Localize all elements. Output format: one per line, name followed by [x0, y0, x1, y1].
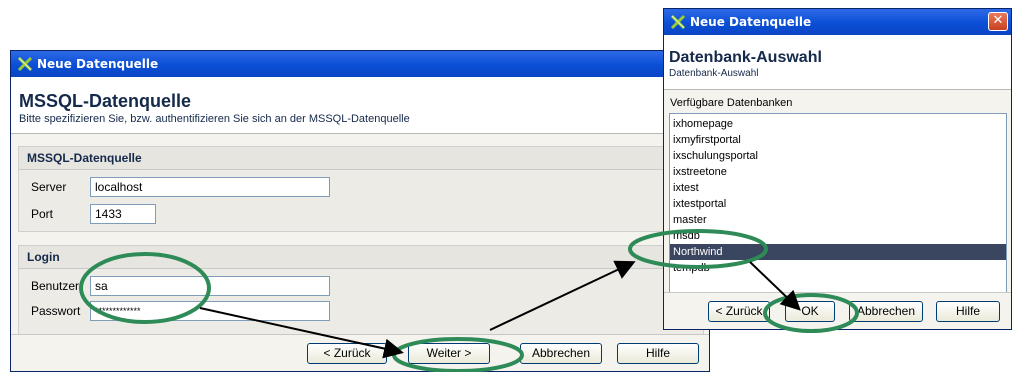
- db-dialog-title: Neue Datenquelle: [690, 15, 812, 29]
- main-dialog: Neue Datenquelle MSSQL-Datenquelle Bitte…: [10, 50, 710, 372]
- available-db-label: Verfügbare Datenbanken: [670, 97, 793, 109]
- port-label: Port: [31, 207, 54, 221]
- port-field[interactable]: 1433: [90, 204, 156, 224]
- help-button[interactable]: Hilfe: [617, 343, 699, 364]
- password-field[interactable]: *************: [90, 301, 330, 321]
- password-label: Passwort: [31, 304, 81, 318]
- page-title: MSSQL-Datenquelle: [19, 91, 192, 111]
- database-list-items: ixhomepage ixmyfirstportal ixschulungsport…: [670, 114, 1006, 276]
- db-dialog-header: Datenbank-Auswahl Datenbank-Auswahl: [664, 35, 1011, 90]
- next-button[interactable]: Weiter >: [408, 343, 490, 364]
- x-logo-icon: [17, 56, 33, 72]
- database-list-item[interactable]: ixhomepage: [670, 116, 1006, 132]
- user-label: Benutzer: [31, 279, 80, 293]
- connection-group: MSSQL-Datenquelle Server localhost Port …: [18, 146, 704, 232]
- db-cancel-button[interactable]: Abbrechen: [849, 301, 923, 322]
- server-field[interactable]: localhost: [90, 177, 330, 197]
- database-list-item[interactable]: ixtest: [670, 180, 1006, 196]
- user-field[interactable]: sa: [90, 276, 330, 296]
- login-group: Login Benutzer sa Passwort *************: [18, 245, 704, 335]
- ok-button[interactable]: OK: [785, 301, 835, 322]
- cancel-button[interactable]: Abbrechen: [520, 343, 602, 364]
- main-dialog-titlebar[interactable]: Neue Datenquelle: [11, 51, 709, 77]
- database-list-item[interactable]: Northwind: [670, 244, 1006, 260]
- database-list-item[interactable]: msdb: [670, 228, 1006, 244]
- database-list[interactable]: ixhomepage ixmyfirstportal ixschulungsport…: [669, 113, 1007, 293]
- login-group-title: Login: [19, 246, 703, 269]
- close-icon[interactable]: ✕: [988, 12, 1008, 31]
- page-subtitle: Bitte spezifizieren Sie, bzw. authentifi…: [19, 113, 410, 125]
- db-button-bar: < Zurück OK Abbrechen Hilfe: [664, 292, 1011, 329]
- db-back-button[interactable]: < Zurück: [708, 301, 770, 322]
- connection-group-title: MSSQL-Datenquelle: [19, 147, 703, 170]
- main-dialog-header: MSSQL-Datenquelle Bitte spezifizieren Si…: [11, 77, 709, 134]
- db-page-title: Datenbank-Auswahl: [669, 49, 822, 66]
- database-list-item[interactable]: master: [670, 212, 1006, 228]
- server-label: Server: [31, 180, 67, 194]
- main-dialog-title: Neue Datenquelle: [37, 57, 159, 71]
- back-button[interactable]: < Zurück: [307, 343, 387, 364]
- database-list-item[interactable]: ixtestportal: [670, 196, 1006, 212]
- database-list-item[interactable]: ixmyfirstportal: [670, 132, 1006, 148]
- database-list-item[interactable]: ixstreetone: [670, 164, 1006, 180]
- main-button-bar: < Zurück Weiter > Abbrechen Hilfe: [11, 334, 709, 371]
- db-page-subtitle: Datenbank-Auswahl: [669, 68, 759, 79]
- db-dialog: Neue Datenquelle ✕ Datenbank-Auswahl Dat…: [663, 8, 1012, 330]
- database-list-item[interactable]: ixschulungsportal: [670, 148, 1006, 164]
- db-help-button[interactable]: Hilfe: [936, 301, 1000, 322]
- database-list-item[interactable]: tempdb: [670, 260, 1006, 276]
- db-dialog-titlebar[interactable]: Neue Datenquelle ✕: [664, 9, 1011, 35]
- x-logo-icon: [670, 14, 686, 30]
